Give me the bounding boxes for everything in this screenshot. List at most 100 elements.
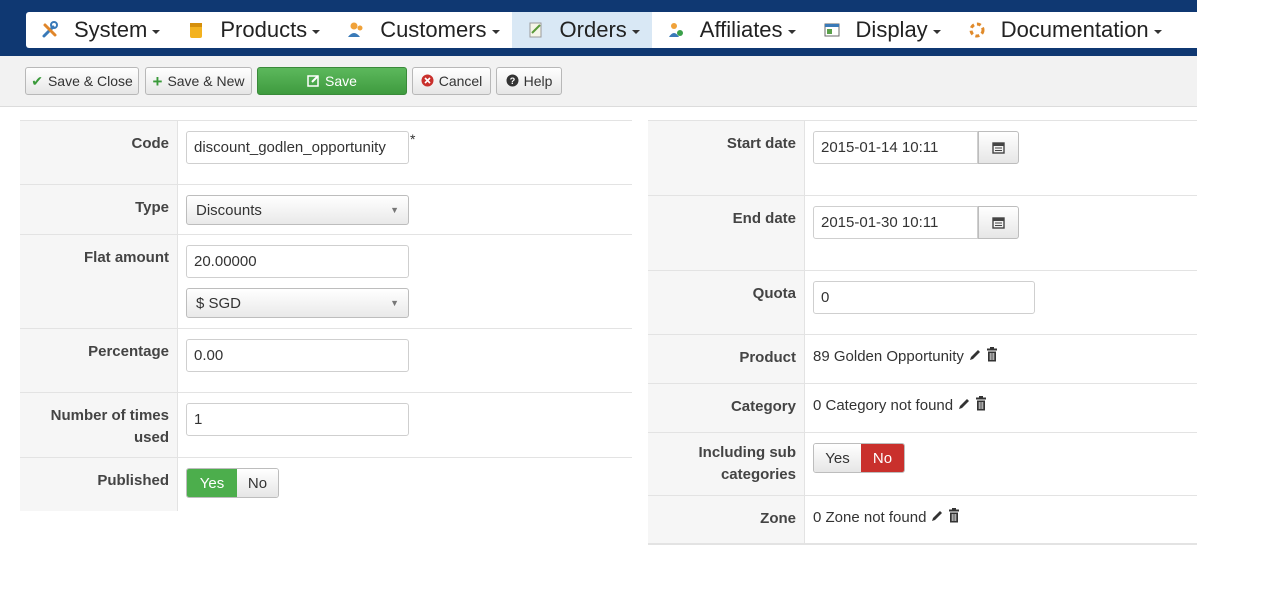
percentage-label: Percentage <box>20 329 178 392</box>
menu-documentation[interactable]: Documentation <box>953 12 1174 48</box>
orders-icon <box>526 20 546 40</box>
menu-system[interactable]: System <box>26 12 172 48</box>
menu-orders[interactable]: Orders <box>511 12 652 48</box>
menu-documentation-label: Documentation <box>1000 17 1149 42</box>
chevron-down-icon <box>1153 29 1162 34</box>
help-label: Help <box>523 73 553 89</box>
top-nav-bar: System Products Customers Orders Affilia… <box>0 0 1197 56</box>
toolbar: ✔ Save & Close + Save & New Save Cancel … <box>0 56 1197 107</box>
published-toggle: Yes No <box>186 468 279 498</box>
chevron-down-icon <box>932 29 941 34</box>
save-close-label: Save & Close <box>47 73 133 89</box>
customers-icon <box>346 20 366 40</box>
save-new-button[interactable]: + Save & New <box>145 67 252 95</box>
cancel-button[interactable]: Cancel <box>412 67 491 95</box>
required-mark: * <box>410 131 416 147</box>
pencil-icon[interactable] <box>930 509 944 527</box>
currency-select[interactable]: $ SGD ▼ <box>186 288 409 318</box>
start-date-row: Start date 2015-01-14 10:11 <box>648 121 1197 196</box>
svg-text:?: ? <box>509 76 515 86</box>
products-icon <box>186 20 206 40</box>
select-arrow-icon: ▼ <box>390 205 399 215</box>
category-value: 0 Category not found <box>813 397 954 414</box>
plus-icon: + <box>152 71 163 91</box>
chevron-down-icon <box>152 29 161 34</box>
start-date-calendar-button[interactable] <box>978 131 1019 164</box>
currency-select-value: $ SGD <box>196 294 242 312</box>
calendar-icon <box>992 217 1005 229</box>
flat-amount-label: Flat amount <box>20 235 178 328</box>
flat-amount-row: Flat amount 20.00000 $ SGD ▼ <box>20 235 632 329</box>
end-date-calendar-button[interactable] <box>978 206 1019 239</box>
start-date-input[interactable]: 2015-01-14 10:11 <box>813 131 978 164</box>
trash-icon[interactable] <box>975 396 987 415</box>
save-close-button[interactable]: ✔ Save & Close <box>25 67 139 95</box>
menu-customers[interactable]: Customers <box>332 12 511 48</box>
calendar-icon <box>992 142 1005 154</box>
menu-products-label: Products <box>220 17 308 42</box>
sub-categories-label: Including sub categories <box>648 433 805 495</box>
type-select-value: Discounts <box>196 201 262 219</box>
end-date-input[interactable]: 2015-01-30 10:11 <box>813 206 978 239</box>
display-icon <box>822 20 842 40</box>
sub-categories-toggle: Yes No <box>813 443 905 473</box>
zone-value: 0 Zone not found <box>813 509 927 526</box>
quota-label: Quota <box>648 271 805 334</box>
menu-system-label: System <box>74 17 148 42</box>
sub-categories-no-button[interactable]: No <box>861 444 904 472</box>
times-used-input[interactable]: 1 <box>186 403 409 436</box>
zone-row: Zone 0 Zone not found <box>648 496 1197 545</box>
quota-row: Quota 0 <box>648 271 1197 335</box>
coupon-form-left: Code discount_godlen_opportunity * Type … <box>20 120 632 511</box>
menu-affiliates-label: Affiliates <box>699 17 783 42</box>
menu-affiliates[interactable]: Affiliates <box>652 12 808 48</box>
cancel-label: Cancel <box>438 73 483 89</box>
menu-customers-label: Customers <box>380 17 487 42</box>
type-label: Type <box>20 185 178 234</box>
pencil-icon[interactable] <box>968 348 982 366</box>
trash-icon[interactable] <box>948 508 960 527</box>
edit-icon <box>307 74 320 89</box>
sub-categories-yes-button[interactable]: Yes <box>814 444 861 472</box>
flat-amount-input[interactable]: 20.00000 <box>186 245 409 278</box>
pencil-icon[interactable] <box>957 397 971 415</box>
select-arrow-icon: ▼ <box>390 298 399 308</box>
menu-products[interactable]: Products <box>172 12 332 48</box>
chevron-down-icon <box>491 29 500 34</box>
cancel-icon <box>421 74 434 89</box>
published-yes-button[interactable]: Yes <box>187 469 237 497</box>
quota-input[interactable]: 0 <box>813 281 1035 314</box>
save-label: Save <box>325 73 357 89</box>
affiliates-icon <box>666 20 686 40</box>
menu-orders-label: Orders <box>559 17 627 42</box>
times-used-row: Number of times used 1 <box>20 393 632 458</box>
main-menu: System Products Customers Orders Affilia… <box>26 12 1197 48</box>
check-icon: ✔ <box>31 73 43 89</box>
chevron-down-icon <box>787 29 796 34</box>
category-row: Category 0 Category not found <box>648 384 1197 433</box>
product-row: Product 89 Golden Opportunity <box>648 335 1197 384</box>
menu-display[interactable]: Display <box>808 12 953 48</box>
published-no-button[interactable]: No <box>237 469 278 497</box>
category-label: Category <box>648 384 805 432</box>
start-date-label: Start date <box>648 121 805 195</box>
trash-icon[interactable] <box>986 347 998 366</box>
code-label: Code <box>20 121 178 184</box>
chevron-down-icon <box>631 29 640 34</box>
coupon-form-right: Start date 2015-01-14 10:11 End date 201… <box>648 120 1197 545</box>
product-value: 89 Golden Opportunity <box>813 348 964 365</box>
zone-label: Zone <box>648 496 805 543</box>
save-button[interactable]: Save <box>257 67 407 95</box>
end-date-label: End date <box>648 196 805 270</box>
published-row: Published Yes No <box>20 458 632 511</box>
type-select[interactable]: Discounts ▼ <box>186 195 409 225</box>
sub-categories-row: Including sub categories Yes No <box>648 433 1197 496</box>
percentage-input[interactable]: 0.00 <box>186 339 409 372</box>
tools-icon <box>40 20 60 40</box>
times-used-label: Number of times used <box>20 393 178 457</box>
code-input[interactable]: discount_godlen_opportunity <box>186 131 409 164</box>
help-icon: ? <box>506 74 519 89</box>
help-button[interactable]: ? Help <box>496 67 562 95</box>
percentage-row: Percentage 0.00 <box>20 329 632 393</box>
save-new-label: Save & New <box>167 73 245 89</box>
